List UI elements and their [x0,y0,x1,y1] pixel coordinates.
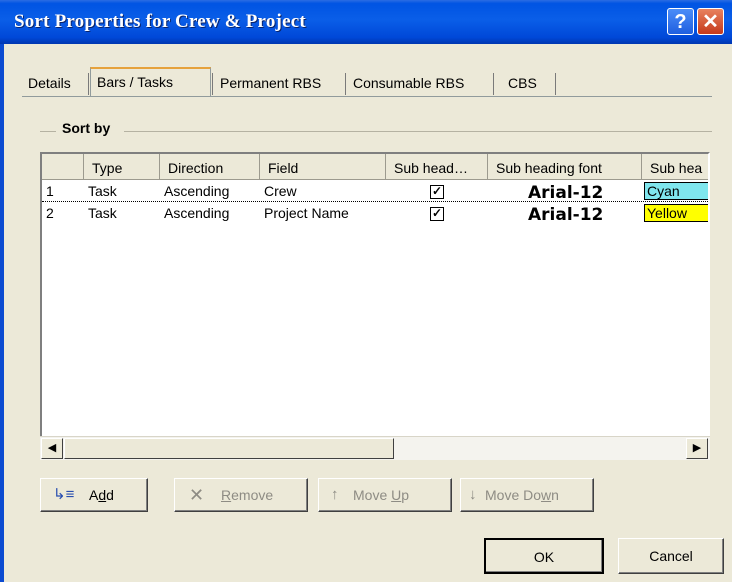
title-bar[interactable]: Sort Properties for Crew & Project ? ✕ [0,0,732,44]
tab-separator [493,73,494,95]
column-header-index[interactable] [42,154,84,180]
direction-cell[interactable]: Ascending [164,180,229,202]
tab-details[interactable]: Details [22,70,77,96]
window-title: Sort Properties for Crew & Project [14,11,306,32]
add-row-icon: ↳≡ [53,486,75,503]
move-up-button[interactable]: ↑ Move Up [318,478,452,512]
scroll-left-icon[interactable]: ◀ [41,438,63,459]
move-up-label: Move Up [353,487,410,503]
arrow-up-icon: ↑ [331,486,339,503]
type-cell[interactable]: Task [88,202,117,224]
direction-cell[interactable]: Ascending [164,202,229,224]
close-button[interactable]: ✕ [697,8,724,35]
column-header-sub-heading-font[interactable]: Sub heading font [488,154,642,180]
column-header-sub-heading-color[interactable]: Sub hea [642,154,708,180]
field-cell[interactable]: Project Name [264,202,349,224]
tab-cbs[interactable]: CBS [502,70,543,96]
sort-properties-dialog: Sort Properties for Crew & Project ? ✕ D… [0,0,732,582]
scrollbar-thumb[interactable] [64,438,394,459]
font-cell[interactable]: Arial-12 [528,182,603,204]
column-header-sub-heading[interactable]: Sub head… [386,154,488,180]
color-swatch-yellow[interactable]: Yellow [644,204,708,222]
type-cell[interactable]: Task [88,180,117,202]
move-down-button[interactable]: ↓ Move Down [460,478,594,512]
scroll-right-icon[interactable]: ▶ [686,438,708,459]
column-header-field[interactable]: Field [260,154,386,180]
horizontal-scrollbar[interactable]: ◀ ▶ [40,436,710,460]
row-number: 2 [46,205,54,221]
groupbox-line [40,131,56,132]
sort-grid[interactable]: Type Direction Field Sub head… Sub headi… [40,152,710,460]
tab-bars-tasks[interactable]: Bars / Tasks [90,67,211,97]
help-button[interactable]: ? [667,8,694,35]
color-swatch-cyan[interactable]: Cyan [644,182,708,200]
tab-separator [88,73,89,95]
row-number: 1 [46,183,54,199]
add-button[interactable]: ↳≡ Add [40,478,148,512]
tab-panel-border [22,96,712,97]
remove-button[interactable]: ✕ Remove [174,478,308,512]
groupbox-line [124,131,712,132]
sub-heading-checkbox[interactable]: ✓ [430,207,444,221]
font-cell[interactable]: Arial-12 [528,204,603,226]
sort-by-label: Sort by [62,120,111,136]
cancel-button[interactable]: Cancel [618,538,724,574]
sub-heading-checkbox[interactable]: ✓ [430,185,444,199]
column-header-type[interactable]: Type [84,154,160,180]
column-header-direction[interactable]: Direction [160,154,260,180]
field-cell[interactable]: Crew [264,180,297,202]
ok-button[interactable]: OK [484,538,604,574]
arrow-down-icon: ↓ [469,486,477,503]
tab-separator [212,73,213,95]
tab-separator [555,73,556,95]
table-row[interactable] [42,180,708,202]
tab-consumable-rbs[interactable]: Consumable RBS [347,70,470,96]
window-border [0,44,4,582]
remove-x-icon: ✕ [189,485,205,505]
move-down-label: Move Down [485,487,559,503]
tab-separator [345,73,346,95]
remove-button-label: Remove [221,487,274,503]
tab-permanent-rbs[interactable]: Permanent RBS [214,70,327,96]
add-button-label: Add [89,487,114,503]
